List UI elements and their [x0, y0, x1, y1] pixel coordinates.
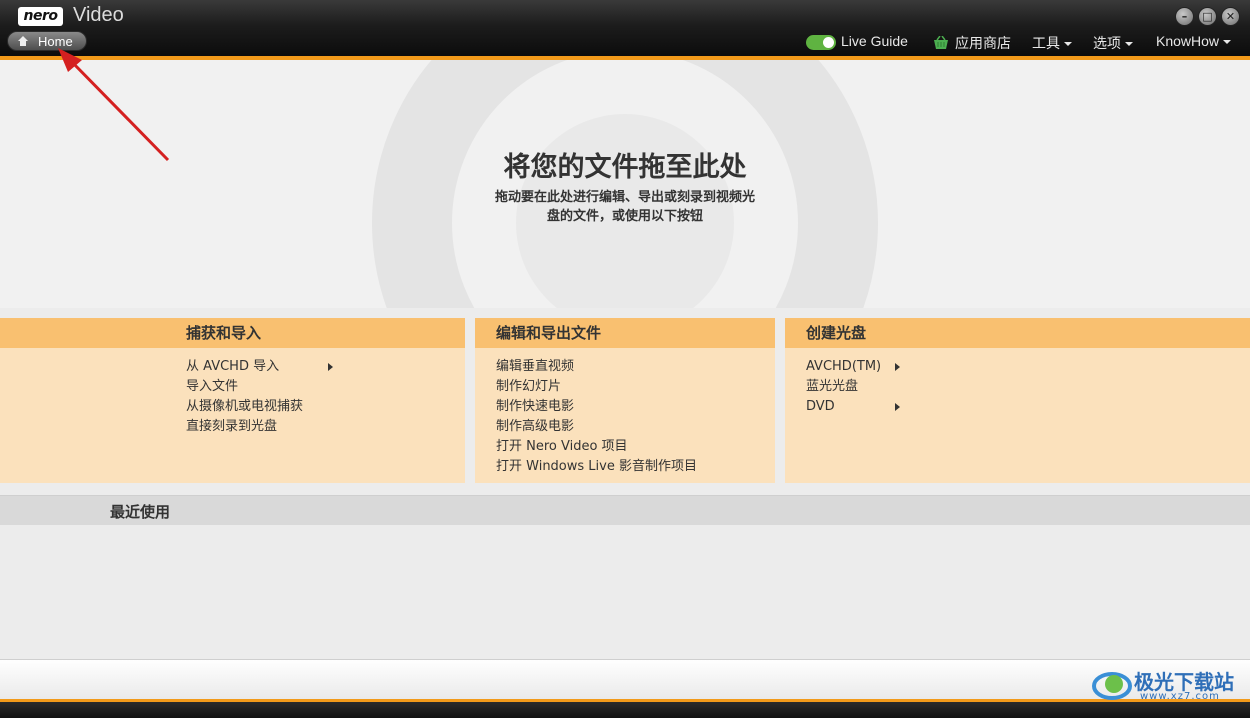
knowhow-label: KnowHow	[1156, 33, 1220, 49]
live-guide-toggle[interactable]	[806, 35, 836, 50]
maximize-icon[interactable]: □	[1198, 7, 1217, 26]
watermark-logo-icon	[1092, 672, 1132, 700]
bottom-bar	[0, 659, 1250, 699]
item-label: AVCHD(TM)	[806, 359, 882, 374]
options-label: 选项	[1093, 35, 1121, 51]
chevron-down-icon	[1064, 42, 1072, 47]
panel-capture-import: 捕获和导入 从 AVCHD 导入 导入文件 从摄像机或电视捕获 直接刻录到光盘	[0, 318, 465, 483]
chevron-right-icon	[895, 363, 900, 371]
item-label: 从 AVCHD 导入	[186, 359, 280, 374]
panel-edit-export: 编辑和导出文件 编辑垂直视频 制作幻灯片 制作快速电影 制作高级电影 打开 Ne…	[475, 318, 775, 483]
chevron-down-icon	[1125, 42, 1133, 47]
close-icon[interactable]: ✕	[1221, 7, 1240, 26]
app-store-link[interactable]: 应用商店	[955, 33, 1011, 53]
recent-header: 最近使用	[0, 495, 1250, 525]
drop-subtitle: 拖动要在此处进行编辑、导出或刻录到视频光盘的文件，或使用以下按钮	[495, 190, 756, 224]
watermark-url: www.xz7.com	[1140, 691, 1220, 702]
options-menu[interactable]: 选项	[1093, 33, 1133, 53]
basket-icon	[934, 36, 948, 49]
list-item[interactable]: 打开 Nero Video 项目	[496, 437, 756, 457]
live-guide-label[interactable]: Live Guide	[841, 33, 908, 49]
list-item[interactable]: 从摄像机或电视捕获	[186, 397, 356, 417]
list-item[interactable]: 制作幻灯片	[496, 377, 756, 397]
tools-label: 工具	[1032, 35, 1060, 51]
chevron-down-icon	[1223, 40, 1232, 45]
drop-title: 将您的文件拖至此处	[503, 152, 747, 183]
drop-zone[interactable]: 将您的文件拖至此处 拖动要在此处进行编辑、导出或刻录到视频光盘的文件，或使用以下…	[0, 60, 1250, 308]
panel-title: 编辑和导出文件	[475, 318, 775, 348]
chevron-right-icon	[328, 363, 333, 371]
minimize-icon[interactable]: –	[1175, 7, 1194, 26]
list-item[interactable]: 制作高级电影	[496, 417, 756, 437]
home-button[interactable]: Home	[7, 31, 87, 51]
recent-list	[0, 525, 1250, 659]
recent-title: 最近使用	[110, 503, 171, 521]
panel-title: 创建光盘	[785, 318, 1250, 348]
app-title: Video	[73, 4, 124, 26]
list-item[interactable]: 制作快速电影	[496, 397, 756, 417]
status-strip	[0, 702, 1250, 718]
list-item[interactable]: AVCHD(TM)	[806, 357, 936, 377]
panel-create-disc: 创建光盘 AVCHD(TM) 蓝光光盘 DVD	[785, 318, 1250, 483]
chevron-right-icon	[895, 403, 900, 411]
list-item[interactable]: 打开 Windows Live 影音制作项目	[496, 457, 756, 477]
nero-logo: nero	[18, 7, 63, 26]
list-item[interactable]: 导入文件	[186, 377, 356, 397]
list-item[interactable]: DVD	[806, 397, 936, 417]
home-icon	[18, 36, 28, 46]
list-item[interactable]: 直接刻录到光盘	[186, 417, 356, 437]
watermark: 极光下载站 www.xz7.com	[1092, 664, 1242, 706]
list-item[interactable]: 编辑垂直视频	[496, 357, 756, 377]
item-label: DVD	[806, 399, 835, 414]
list-item[interactable]: 蓝光光盘	[806, 377, 936, 397]
title-bar: nero Video Home – □ ✕ Live Guide 应用商店 工具…	[0, 0, 1250, 56]
tools-menu[interactable]: 工具	[1032, 33, 1072, 53]
panel-title: 捕获和导入	[0, 318, 465, 348]
knowhow-menu[interactable]: KnowHow	[1156, 33, 1232, 49]
list-item[interactable]: 从 AVCHD 导入	[186, 357, 356, 377]
home-label: Home	[38, 33, 73, 49]
